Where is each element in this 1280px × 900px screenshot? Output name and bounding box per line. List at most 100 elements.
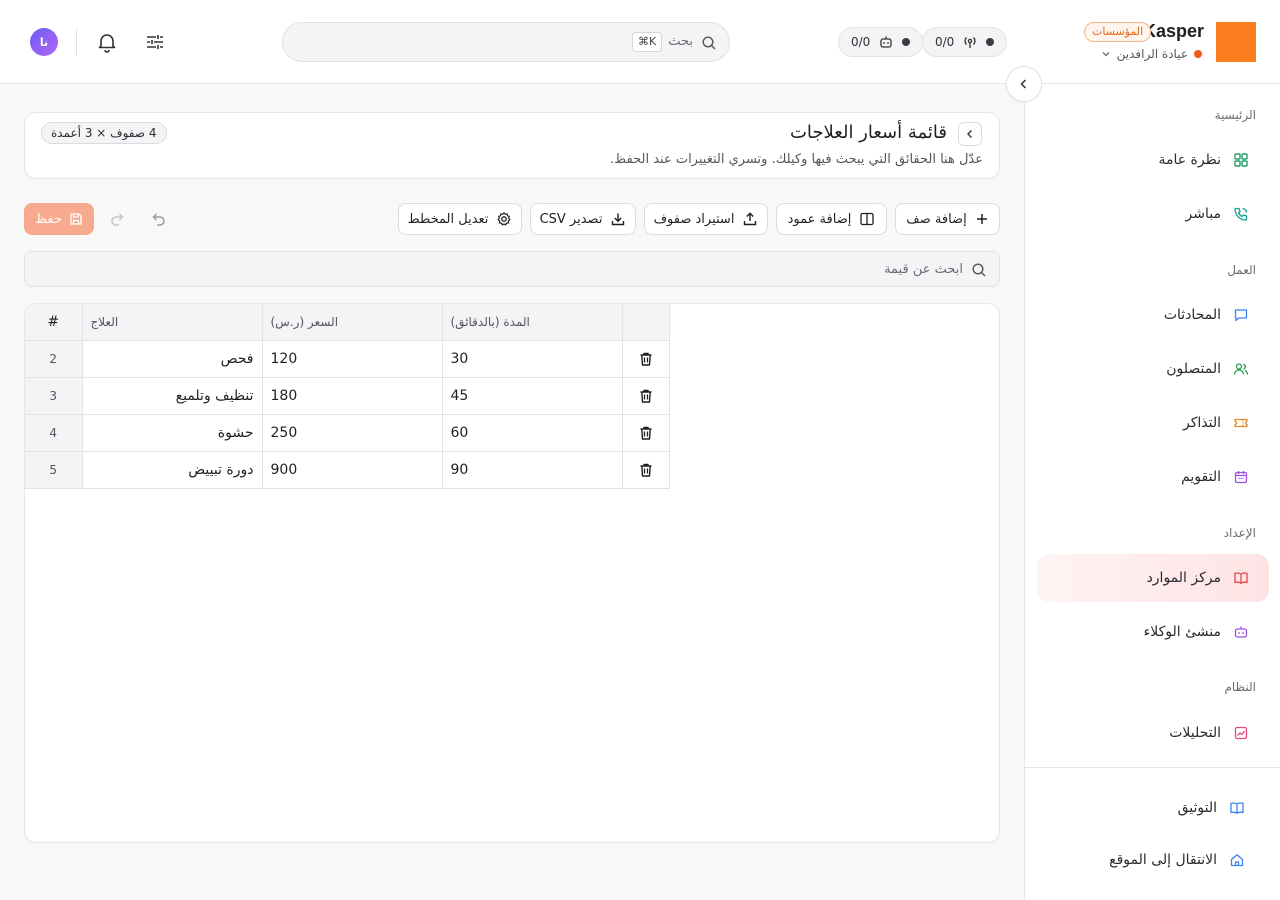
- undo-icon: [148, 209, 168, 229]
- sidebar-item-label: نظرة عامة: [1158, 152, 1221, 168]
- treatment-cell[interactable]: تنظيف وتلميع: [82, 377, 263, 415]
- sidebar-collapse-button[interactable]: [1006, 66, 1042, 102]
- avatar[interactable]: نا: [30, 28, 58, 56]
- treatment-cell[interactable]: فحص: [82, 340, 263, 378]
- sidebar-item-tickets[interactable]: التذاكر: [1037, 399, 1269, 447]
- redo-button[interactable]: [108, 209, 128, 229]
- bell-icon: [95, 30, 119, 54]
- save-button[interactable]: حفظ: [24, 203, 94, 235]
- delete-row-button[interactable]: [622, 414, 670, 452]
- column-header-actions: [622, 304, 670, 341]
- sidebar-item-documentation[interactable]: التوثيق: [1037, 784, 1269, 832]
- sidebar-item-go-to-site[interactable]: الانتقال إلى الموقع: [1037, 836, 1269, 884]
- brand-logo[interactable]: [1216, 22, 1256, 62]
- ticket-icon: [1233, 415, 1249, 431]
- export-csv-label: تصدير CSV: [539, 211, 603, 227]
- column-header-treatment[interactable]: العلاج: [82, 304, 263, 341]
- chat-icon: [1233, 307, 1249, 323]
- sidebar-item-conversations[interactable]: المحادثات: [1037, 291, 1269, 339]
- plus-icon: [975, 212, 989, 226]
- search-placeholder: بحث: [668, 34, 693, 49]
- book-icon: [1233, 570, 1249, 586]
- page-description: عدّل هنا الحقائق التي يبحث فيها وكيلك. و…: [610, 152, 983, 167]
- search-icon: [701, 35, 717, 51]
- global-search[interactable]: بحث ⌘K: [282, 22, 730, 62]
- calendar-icon: [1233, 469, 1249, 485]
- treatment-cell[interactable]: دورة تبييض: [82, 451, 263, 489]
- download-icon: [610, 211, 626, 227]
- row-number: 4: [25, 414, 83, 452]
- sidebar-item-calendar[interactable]: التقويم: [1037, 453, 1269, 501]
- sidebar-item-resource-center[interactable]: مركز الموارد: [1037, 554, 1269, 602]
- broadcast-counter[interactable]: 0/0: [922, 27, 1008, 57]
- treatments-table: # العلاج السعر (ر.س) المدة (بالدقائق) 2 …: [25, 304, 670, 489]
- grid-icon: [1233, 152, 1249, 168]
- analytics-icon: [1233, 725, 1249, 741]
- page-header-card: قائمة أسعار العلاجات عدّل هنا الحقائق ال…: [24, 112, 1000, 179]
- treatment-cell[interactable]: حشوة: [82, 414, 263, 452]
- sidebar-item-label: التحليلات: [1169, 725, 1221, 741]
- import-rows-button[interactable]: استيراد صفوف: [644, 203, 768, 235]
- users-icon: [1233, 361, 1249, 377]
- back-button[interactable]: [958, 122, 982, 146]
- sidebar-item-label: التقويم: [1181, 469, 1221, 485]
- search-shortcut: ⌘K: [632, 32, 663, 52]
- export-csv-button[interactable]: تصدير CSV: [530, 203, 636, 235]
- bot-count: 0/0: [851, 35, 871, 49]
- sidebar-item-analytics[interactable]: التحليلات: [1037, 709, 1269, 757]
- broadcast-status-dot: [986, 38, 995, 46]
- trash-icon: [638, 351, 654, 367]
- sidebar-item-agent-builder[interactable]: منشئ الوكلاء: [1037, 608, 1269, 656]
- delete-row-button[interactable]: [622, 451, 670, 489]
- table-row: 2 فحص 120 30: [25, 340, 670, 378]
- add-column-button[interactable]: إضافة عمود: [776, 203, 887, 235]
- notifications-button[interactable]: [95, 30, 119, 54]
- docs-icon: [1229, 800, 1245, 816]
- dimensions-badge: 4 صفوف × 3 أعمدة: [41, 122, 167, 144]
- chevron-left-icon: [964, 128, 976, 140]
- bot-icon: [878, 34, 894, 50]
- sidebar-item-label: الانتقال إلى الموقع: [1109, 852, 1217, 868]
- undo-button[interactable]: [148, 209, 168, 229]
- gear-icon: [496, 211, 512, 227]
- chevron-down-icon: [1101, 49, 1111, 59]
- column-header-duration[interactable]: المدة (بالدقائق): [442, 304, 623, 341]
- sidebar-section-setup: الإعداد: [1223, 526, 1256, 540]
- sidebar-item-label: المتصلون: [1166, 361, 1221, 377]
- home-icon: [1229, 852, 1245, 868]
- add-row-button[interactable]: إضافة صف: [895, 203, 1000, 235]
- trash-icon: [638, 425, 654, 441]
- sidebar-item-label: منشئ الوكلاء: [1143, 624, 1221, 640]
- bot-status-dot: [902, 38, 911, 46]
- save-icon: [69, 212, 83, 226]
- sidebar-item-live[interactable]: مباشر: [1037, 190, 1269, 238]
- bot-icon: [1233, 624, 1249, 640]
- add-row-label: إضافة صف: [906, 211, 967, 227]
- price-cell[interactable]: 250: [262, 414, 443, 452]
- column-header-price[interactable]: السعر (ر.س): [262, 304, 443, 341]
- duration-cell[interactable]: 60: [442, 414, 623, 452]
- price-cell[interactable]: 120: [262, 340, 443, 378]
- bot-counter[interactable]: 0/0: [838, 27, 924, 57]
- delete-row-button[interactable]: [622, 377, 670, 415]
- sidebar-item-contacts[interactable]: المتصلون: [1037, 345, 1269, 393]
- price-cell[interactable]: 180: [262, 377, 443, 415]
- plan-badge: المؤسسات: [1084, 22, 1152, 42]
- workspace-status-dot: [1194, 50, 1202, 58]
- sidebar-item-label: التوثيق: [1177, 800, 1217, 816]
- broadcast-icon: [962, 34, 978, 50]
- filters-button[interactable]: [143, 30, 167, 54]
- row-number: 3: [25, 377, 83, 415]
- workspace-switcher[interactable]: عيادة الرافدين: [1101, 47, 1202, 61]
- duration-cell[interactable]: 45: [442, 377, 623, 415]
- trash-icon: [638, 388, 654, 404]
- price-cell[interactable]: 900: [262, 451, 443, 489]
- duration-cell[interactable]: 90: [442, 451, 623, 489]
- sidebar-item-label: المحادثات: [1163, 307, 1221, 323]
- sidebar-item-overview[interactable]: نظرة عامة: [1037, 136, 1269, 184]
- delete-row-button[interactable]: [622, 340, 670, 378]
- value-search-input[interactable]: ابحث عن قيمة: [24, 251, 1000, 287]
- edit-schema-button[interactable]: تعديل المخطط: [398, 203, 522, 235]
- duration-cell[interactable]: 30: [442, 340, 623, 378]
- workspace-name: عيادة الرافدين: [1116, 47, 1188, 61]
